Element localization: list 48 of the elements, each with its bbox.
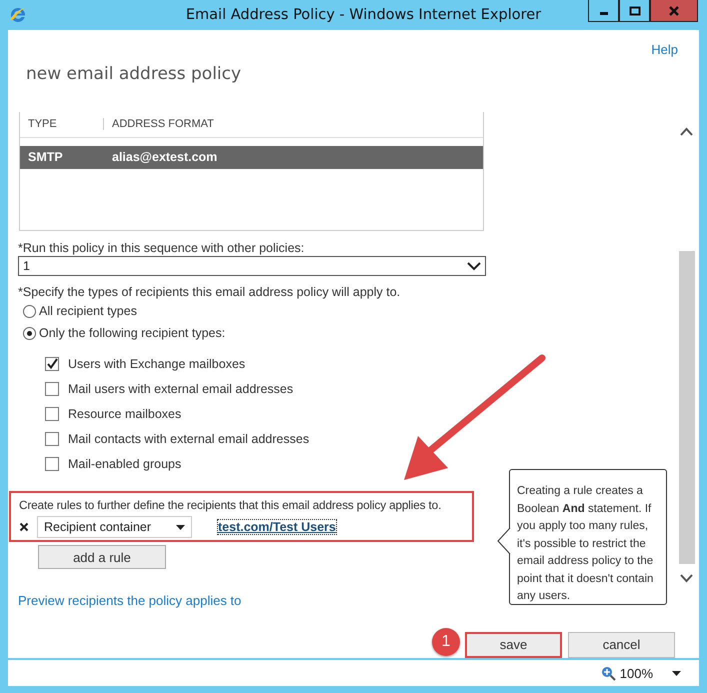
sequence-dropdown[interactable]: 1 <box>18 256 486 276</box>
scroll-down-icon[interactable] <box>680 574 693 583</box>
table-row[interactable]: SMTP alias@extest.com <box>20 146 483 169</box>
scroll-up-icon[interactable] <box>680 127 693 136</box>
checkbox[interactable] <box>45 406 59 421</box>
chevron-down-icon <box>467 262 481 271</box>
table-cell-text: alias@extest.com <box>111 150 218 164</box>
checkbox[interactable] <box>45 432 59 446</box>
action-button[interactable]: cancel <box>568 632 675 658</box>
checkbox[interactable] <box>45 382 59 396</box>
minimize-icon <box>600 12 608 15</box>
sequence-label: *Run this policy in this sequence with other policies: <box>18 240 306 256</box>
window-title: Email Address Policy - Windows Internet Explorer <box>184 7 542 23</box>
close-icon <box>668 4 680 16</box>
remove-icon[interactable] <box>19 522 29 532</box>
minimize-button[interactable] <box>588 0 619 22</box>
page-heading: new email address policy <box>26 62 242 86</box>
preview-link[interactable]: Preview recipients the policy applies to <box>18 592 242 608</box>
recipients-label: *Specify the types of recipients this email address policy will apply to. <box>18 284 402 300</box>
checkbox-label: Users with Exchange mailboxes <box>68 356 246 371</box>
caret-icon[interactable] <box>672 670 681 676</box>
rules-label: Create rules to further define the recipients that this email address policy applies to. <box>19 498 442 512</box>
maximize-icon <box>628 6 640 16</box>
checkbox-label: Mail users with external email addresses <box>68 382 294 396</box>
checkbox-label: Mail contacts with external email addresses <box>68 432 310 446</box>
add-rule-button[interactable]: add a rule <box>38 545 166 569</box>
radio-label: Only the following recipient types: <box>39 326 226 340</box>
radio-button[interactable] <box>23 304 36 318</box>
radio-button[interactable] <box>23 326 36 340</box>
container-link[interactable]: test.com/Test Users <box>217 519 337 536</box>
browser-logo-icon <box>8 5 28 25</box>
checkbox[interactable] <box>45 456 59 471</box>
action-button[interactable]: save <box>465 632 562 658</box>
radio-label: All recipient types <box>39 304 137 318</box>
zoom-level: 100% <box>620 666 653 680</box>
help-link[interactable]: Help <box>651 42 678 57</box>
caret-icon <box>176 524 185 530</box>
scrollbar-thumb[interactable] <box>678 251 694 564</box>
checkbox-label: Mail-enabled groups <box>68 456 182 471</box>
checkbox-label: Resource mailboxes <box>68 406 182 421</box>
column-header: ADDRESS FORMAT <box>111 118 214 130</box>
checkbox[interactable] <box>45 356 59 371</box>
tooltip-text: Creating a rule creates a Boolean And statement. If you apply too many rules, it's possible to restrict the email address policy to the point that it doesn't contain any users. <box>517 485 654 602</box>
close-button[interactable] <box>650 0 698 22</box>
table-cell-text: SMTP <box>27 150 64 164</box>
zoom-icon[interactable] <box>600 666 616 680</box>
condition-dropdown[interactable]: Recipient container <box>37 516 192 538</box>
column-header: TYPE <box>20 118 104 130</box>
